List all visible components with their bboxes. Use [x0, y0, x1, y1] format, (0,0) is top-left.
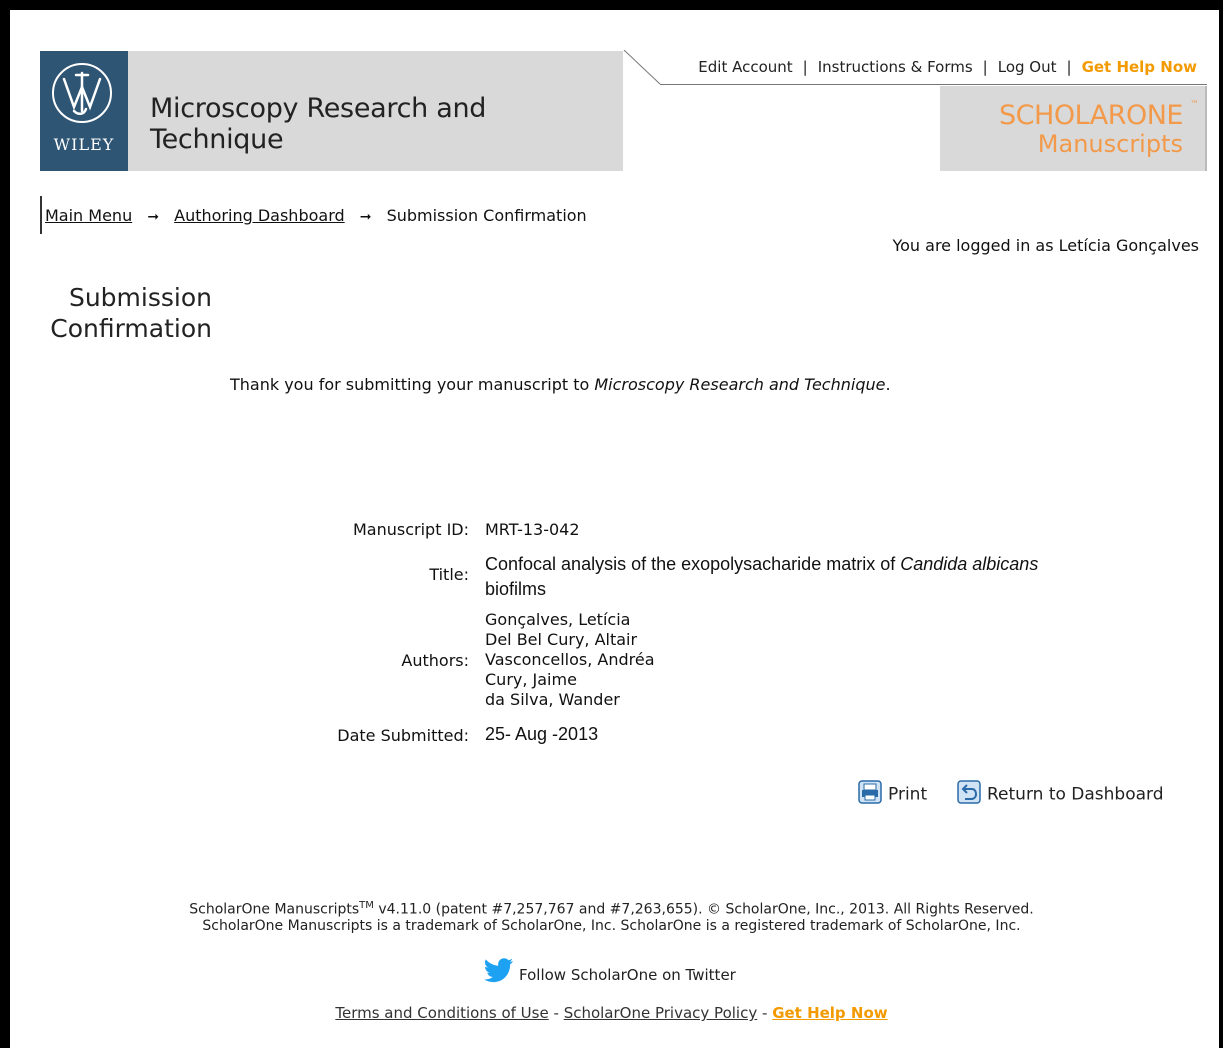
separator: | [802, 58, 808, 76]
main-menu-link[interactable]: Main Menu [45, 206, 132, 225]
author-item: Cury, Jaime [485, 670, 577, 689]
arrow-icon: ➞ [147, 209, 160, 225]
brand-tm: ™ [1190, 100, 1199, 110]
scholarone-logo: SCHOLARONE ™ Manuscripts [940, 86, 1207, 171]
footer-get-help-link[interactable]: Get Help Now [772, 1004, 887, 1022]
journal-banner: Microscopy Research and Technique [128, 51, 623, 171]
footer-dash: - [761, 1004, 768, 1022]
thank-you-message: Thank you for submitting your manuscript… [230, 375, 891, 394]
wiley-logo[interactable]: WILEY [40, 51, 128, 171]
title-prefix: Confocal analysis of the exopolysacharid… [485, 554, 901, 574]
footer-copyright: ScholarOne ManuscriptsTM v4.11.0 (patent… [0, 900, 1223, 918]
return-label: Return to Dashboard [987, 784, 1164, 805]
breadcrumb: Main Menu ➞ Authoring Dashboard ➞ Submis… [45, 206, 587, 225]
title-label: Title: [429, 565, 469, 584]
author-item: Gonçalves, Letícia [485, 610, 631, 629]
return-to-dashboard-button[interactable]: Return to Dashboard [957, 780, 1164, 809]
footer-tm: TM [359, 900, 374, 911]
top-nav: Edit Account | Instructions & Forms | Log Ou… [698, 58, 1197, 76]
instructions-forms-link[interactable]: Instructions & Forms [818, 58, 973, 76]
footer-links: Terms and Conditions of Use - ScholarOne… [0, 1004, 1223, 1022]
edit-account-link[interactable]: Edit Account [698, 58, 792, 76]
brand-sub: Manuscripts [1037, 130, 1183, 158]
title-italic: Candida albicans [900, 554, 1039, 574]
log-out-link[interactable]: Log Out [998, 58, 1057, 76]
journal-title: Microscopy Research and Technique [150, 93, 487, 155]
separator: | [982, 58, 988, 76]
footer-trademark: ScholarOne Manuscripts is a trademark of… [202, 918, 1021, 934]
thanks-journal: Microscopy Research and Technique [594, 375, 886, 394]
return-icon [957, 780, 981, 809]
wiley-emblem-icon [52, 63, 112, 123]
author-item: Vasconcellos, Andréa [485, 650, 655, 669]
footer-dash: - [553, 1004, 559, 1022]
manuscript-id-value: MRT-13-042 [485, 520, 580, 539]
brand-name: SCHOLARONE [999, 100, 1183, 131]
title-suffix: biofilms [485, 579, 547, 599]
printer-icon [858, 780, 882, 809]
logged-in-status: You are logged in as Letícia Gonçalves [892, 236, 1199, 255]
arrow-icon: ➞ [359, 209, 372, 225]
header-rule [660, 84, 1207, 85]
breadcrumb-current: Submission Confirmation [386, 206, 587, 225]
get-help-link[interactable]: Get Help Now [1082, 58, 1197, 76]
footer-line1-suffix: v4.11.0 (patent #7,257,767 and #7,263,65… [373, 901, 1034, 918]
logo-text: WILEY [53, 135, 115, 154]
author-item: Del Bel Cury, Altair [485, 630, 638, 649]
author-item: da Silva, Wander [485, 690, 620, 709]
twitter-icon[interactable] [484, 958, 514, 988]
breadcrumb-marker [40, 196, 42, 234]
date-submitted-value: 25- Aug -2013 [485, 724, 599, 744]
authors-list: Gonçalves, Letícia Del Bel Cury, Altair … [485, 610, 655, 710]
footer-line1-prefix: ScholarOne Manuscripts [189, 901, 360, 918]
print-label: Print [888, 784, 928, 805]
terms-link[interactable]: Terms and Conditions of Use [335, 1004, 548, 1022]
date-submitted-label: Date Submitted: [337, 726, 469, 745]
page-title-line2: Confirmation [50, 314, 212, 343]
privacy-link[interactable]: ScholarOne Privacy Policy [564, 1004, 758, 1022]
manuscript-id-label: Manuscript ID: [353, 520, 469, 539]
header-divider [623, 50, 661, 85]
authors-label: Authors: [401, 651, 469, 670]
page-title: Submission Confirmation [40, 282, 212, 344]
page-title-line1: Submission [68, 283, 212, 312]
thanks-prefix: Thank you for submitting your manuscript… [230, 375, 595, 394]
follow-twitter-link[interactable]: Follow ScholarOne on Twitter [519, 966, 736, 984]
thanks-suffix: . [885, 375, 891, 394]
separator: | [1066, 58, 1072, 76]
authoring-dashboard-link[interactable]: Authoring Dashboard [174, 206, 345, 225]
manuscript-title: Confocal analysis of the exopolysacharid… [485, 552, 1125, 602]
print-button[interactable]: Print [858, 780, 927, 809]
